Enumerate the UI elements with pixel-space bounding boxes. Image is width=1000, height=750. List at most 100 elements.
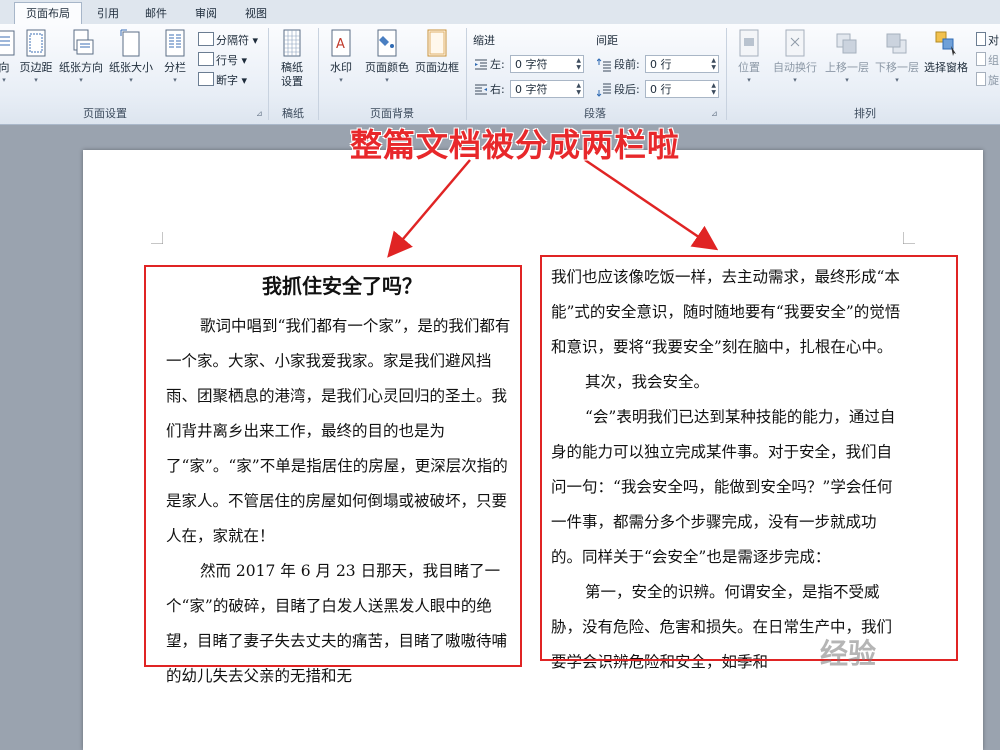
draft-paper-button[interactable]: 稿纸 设置: [272, 28, 312, 89]
ribbon: 向 ▾ 页边距 ▾ 纸张方向 ▾ 纸张大小 ▾ 分栏 ▾ 分隔符 ▾ 行号 ▾ …: [0, 24, 1000, 125]
spacing-title: 间距: [596, 34, 618, 47]
page-borders-button[interactable]: 页面边框: [412, 28, 462, 75]
indent-left-input[interactable]: 0 字符 ▲ ▼: [510, 55, 584, 73]
watermark-logo: 经验: [820, 637, 877, 670]
spacing-before-value: 0 行: [650, 58, 672, 71]
watermark-button[interactable]: A 水印 ▾: [322, 28, 360, 85]
left-column-highlight: [144, 265, 522, 667]
group-icon: [976, 52, 986, 66]
selection-pane-icon: [935, 31, 956, 56]
indent-left-label: 左:: [490, 58, 505, 71]
page-color-button[interactable]: 页面颜色 ▾: [362, 28, 412, 85]
page-setup-launcher-icon[interactable]: ⊿: [256, 109, 263, 118]
line-numbers-button[interactable]: 行号 ▾: [198, 52, 247, 68]
align-icon: [976, 32, 986, 46]
breaks-icon: [198, 32, 214, 46]
spacing-after-icon: [597, 83, 611, 97]
orientation-button-partial[interactable]: 向 ▾: [0, 28, 16, 85]
draft-paper-label: 稿纸: [281, 61, 303, 74]
spinner-arrows-icon[interactable]: ▲ ▼: [576, 82, 581, 96]
draft-paper-icon: [283, 29, 301, 57]
spacing-after-input[interactable]: 0 行 ▲ ▼: [645, 80, 719, 98]
line-numbers-label: 行号: [216, 54, 238, 67]
indent-right-icon: [475, 84, 487, 95]
send-backward-button[interactable]: 下移一层 ▾: [872, 28, 922, 85]
tab-mailings[interactable]: 邮件: [134, 3, 178, 24]
draft-paper-label-2: 设置: [281, 75, 303, 88]
crop-mark-icon: [151, 232, 163, 244]
bring-forward-label: 上移一层: [825, 61, 869, 74]
indent-right-value: 0 字符: [515, 83, 548, 96]
bring-forward-icon: [836, 33, 857, 54]
margins-label: 页边距: [19, 61, 53, 74]
wrap-text-label: 自动换行: [773, 61, 817, 74]
rotate-icon: [976, 72, 986, 86]
columns-button[interactable]: 分栏 ▾: [158, 28, 192, 85]
group-separator: [268, 28, 269, 120]
rotate-label: 旋: [988, 74, 999, 87]
line-numbers-icon: [198, 52, 214, 66]
hyphenation-button[interactable]: 断字 ▾: [198, 72, 247, 88]
page-orientation-icon: [73, 29, 94, 55]
indent-right-label: 右:: [490, 83, 505, 96]
right-column-highlight: [540, 255, 958, 661]
tab-view[interactable]: 视图: [234, 3, 278, 24]
tab-page-layout[interactable]: 页面布局: [14, 2, 82, 25]
spacing-before-label: 段前:: [614, 58, 640, 71]
orientation-label-2: 纸张方向: [59, 61, 103, 74]
group-separator: [466, 28, 467, 120]
page-setup-group-label: 页面设置: [83, 107, 127, 120]
selection-pane-button[interactable]: 选择窗格: [920, 28, 972, 75]
rotate-button[interactable]: 旋: [976, 72, 999, 88]
group-separator: [318, 28, 319, 120]
arrange-group-label: 排列: [854, 107, 876, 120]
group-button[interactable]: 组: [976, 52, 999, 68]
position-label: 位置: [738, 61, 760, 74]
page-color-label: 页面颜色: [365, 61, 409, 74]
ribbon-tab-bar: 页面布局 引用 邮件 审阅 视图: [0, 0, 1000, 25]
annotation-caption: 整篇文档被分成两栏啦: [350, 126, 681, 164]
tab-review[interactable]: 审阅: [184, 3, 228, 24]
group-separator: [726, 28, 727, 120]
spacing-before-input[interactable]: 0 行 ▲ ▼: [645, 55, 719, 73]
breaks-label: 分隔符: [216, 34, 249, 47]
wrap-text-button[interactable]: 自动换行 ▾: [768, 28, 822, 85]
wrap-text-icon: [785, 29, 805, 57]
paragraph-launcher-icon[interactable]: ⊿: [711, 109, 718, 118]
paper-size-icon: [120, 29, 140, 57]
spinner-arrows-icon[interactable]: ▲ ▼: [576, 57, 581, 71]
position-icon: [739, 29, 759, 57]
orientation-label: 向: [0, 61, 10, 74]
orientation-button[interactable]: 纸张方向 ▾: [56, 28, 106, 85]
hyphenation-icon: [198, 72, 214, 86]
indent-left-value: 0 字符: [515, 58, 548, 71]
spacing-after-value: 0 行: [650, 83, 672, 96]
bring-forward-button[interactable]: 上移一层 ▾: [822, 28, 872, 85]
draft-group-label: 稿纸: [282, 107, 304, 120]
columns-label: 分栏: [164, 61, 186, 74]
spinner-arrows-icon[interactable]: ▲ ▼: [711, 82, 716, 96]
crop-mark-icon: [903, 232, 915, 244]
hyphenation-label: 断字: [216, 74, 238, 87]
paper-size-button[interactable]: 纸张大小 ▾: [106, 28, 156, 85]
spacing-before-icon: [597, 58, 611, 72]
indent-title: 缩进: [473, 34, 495, 47]
position-button[interactable]: 位置 ▾: [730, 28, 768, 85]
spinner-arrows-icon[interactable]: ▲ ▼: [711, 57, 716, 71]
spacing-after-label: 段后:: [614, 83, 640, 96]
page-borders-icon: [427, 29, 447, 57]
indent-right-input[interactable]: 0 字符 ▲ ▼: [510, 80, 584, 98]
margins-button[interactable]: 页边距 ▾: [16, 28, 56, 85]
watermark-icon: A: [331, 29, 351, 57]
page-borders-label: 页面边框: [415, 61, 459, 74]
margins-icon: [26, 29, 46, 57]
watermark-label: 水印: [330, 61, 352, 74]
paper-size-label: 纸张大小: [109, 61, 153, 74]
send-backward-icon: [886, 33, 907, 54]
tab-references[interactable]: 引用: [86, 3, 130, 24]
group-label: 组: [988, 54, 999, 67]
columns-icon: [165, 29, 185, 57]
breaks-button[interactable]: 分隔符 ▾: [198, 32, 258, 48]
align-button[interactable]: 对: [976, 32, 999, 48]
indent-left-icon: [475, 59, 487, 70]
